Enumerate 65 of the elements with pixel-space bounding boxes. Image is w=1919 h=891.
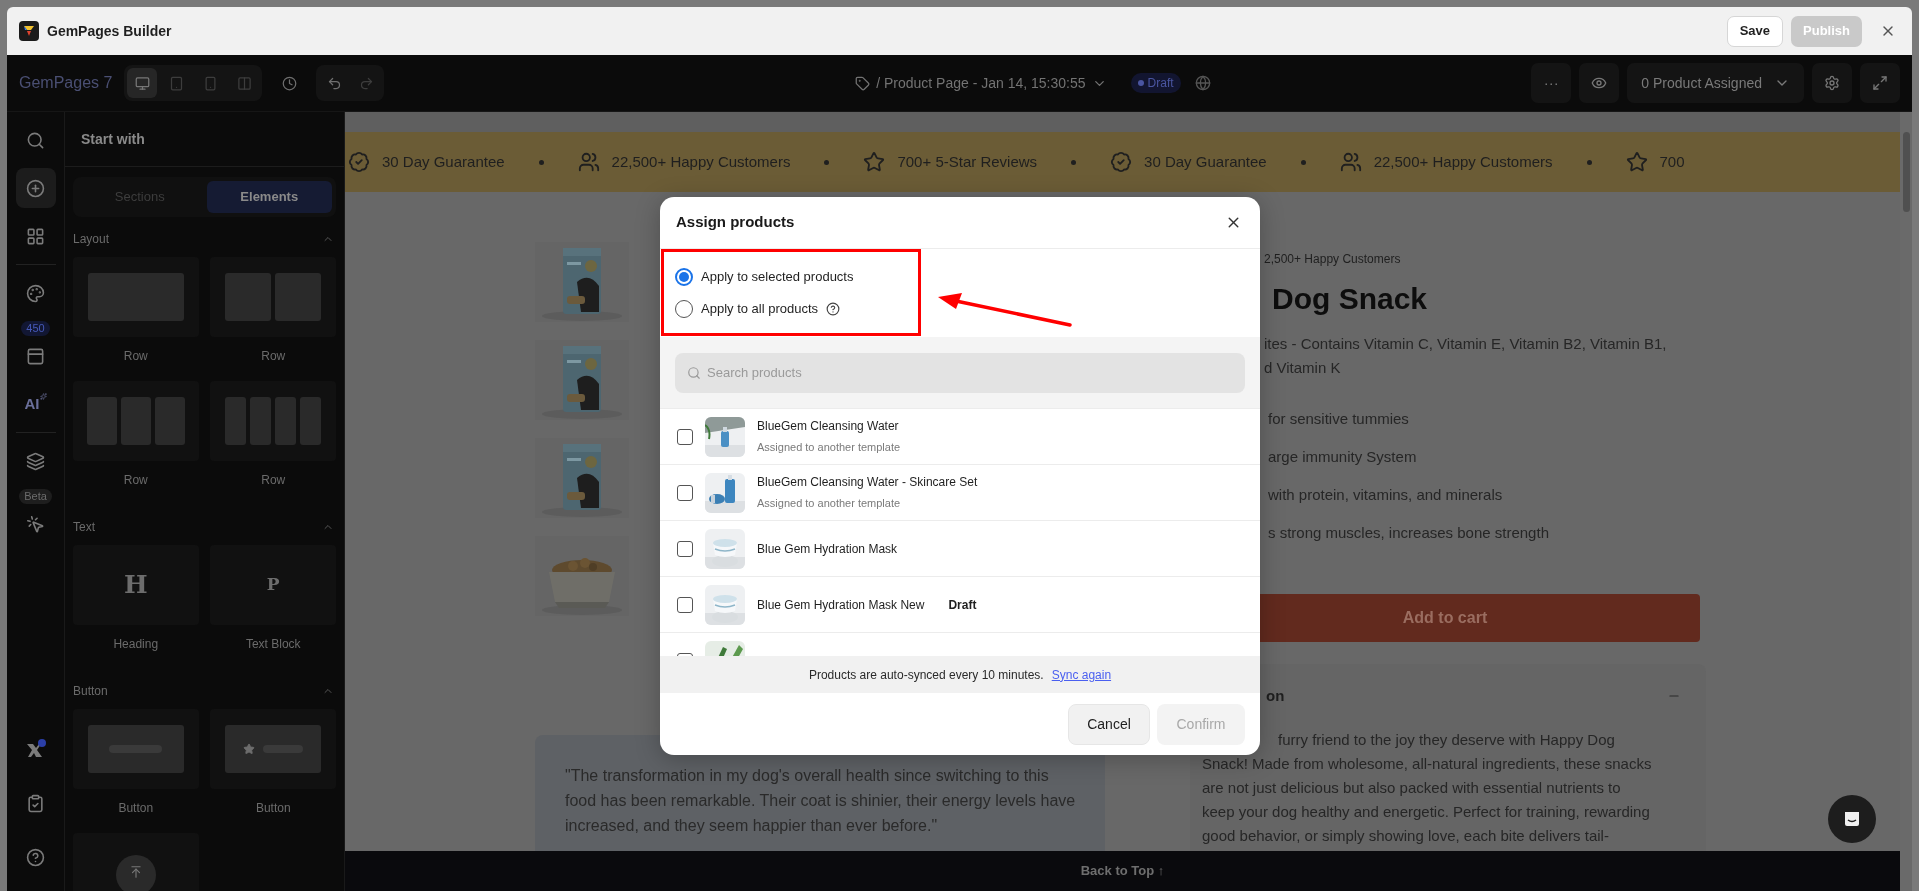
glyph-preview: H xyxy=(123,569,148,602)
description-text: are not just delicious but also packed with essential nutrients to xyxy=(1202,778,1622,798)
announcement-text: 30 Day Guarantee xyxy=(1144,151,1267,172)
status-badge: Draft xyxy=(1130,73,1181,93)
brand-name: GemPages 7 xyxy=(19,73,113,93)
description-text: keep your dog healthy and energetic. Perfect for training, rewarding xyxy=(1202,802,1651,822)
element-label: Row xyxy=(123,472,148,489)
option-label: Apply to selected products xyxy=(701,268,854,287)
announcement-text: 700+ 5-Star Reviews xyxy=(897,151,1038,172)
element-label: Row xyxy=(261,348,286,365)
count-badge: 450 xyxy=(21,321,50,336)
product-name: BlueGem Cleansing Water xyxy=(757,418,899,436)
cancel-button[interactable]: Cancel xyxy=(1068,703,1150,745)
more-button[interactable]: ··· xyxy=(1531,63,1572,103)
element-tile[interactable]: P xyxy=(210,545,337,625)
product-note: Assigned to another template xyxy=(757,440,901,456)
testimonial-text: food has been remarkable. Their coat is shinier, their energy levels have xyxy=(565,791,1075,811)
benefit-text: arge immunity System xyxy=(1268,447,1418,467)
page-title-dropdown[interactable]: / Product Page - Jan 14, 15:30:55 xyxy=(855,72,1107,94)
element-label: Button xyxy=(255,800,291,817)
group-title: Button xyxy=(73,683,108,700)
testimonial-text: "The transformation in my dog's overall health since switching to this xyxy=(565,766,1050,786)
element-label: Heading xyxy=(113,636,159,653)
description-text: furry friend to the joy they deserve with Happy Dog xyxy=(1277,730,1616,750)
product-name: BlueGem Cleansing Water - Skincare Set xyxy=(757,474,978,492)
panel-title: Start with xyxy=(81,129,145,149)
sync-again-link[interactable]: Sync again xyxy=(1051,665,1112,684)
assigned-dropdown[interactable]: 0 Product Assigned xyxy=(1627,63,1804,103)
sync-text: Products are auto-synced every 10 minutes. xyxy=(808,666,1044,684)
save-button[interactable]: Save xyxy=(1726,15,1784,47)
description-text: good behavior, or simply showing love, each bite delivers tail- xyxy=(1202,826,1610,846)
panel-tab[interactable]: Elements xyxy=(206,181,332,213)
product-title: Dog Snack xyxy=(1271,281,1429,317)
group-title: Layout xyxy=(73,231,110,248)
product-name: Blue Gem Hydration Mask xyxy=(757,540,898,558)
announcement-text: 22,500+ Happy Customers xyxy=(1373,151,1553,172)
product-note: Assigned to another template xyxy=(757,496,902,512)
product-subtitle: ites - Contains Vitamin C, Vitamin E, Vitamin B2, Vitamin B1, xyxy=(1264,334,1668,354)
back-to-top-link[interactable]: Back to Top ↑ xyxy=(1080,861,1165,881)
app-title: GemPages Builder xyxy=(47,21,172,41)
dialog-title: Assign products xyxy=(676,212,795,233)
element-label: Row xyxy=(261,472,286,489)
benefit-text: for sensitive tummies xyxy=(1268,409,1410,429)
benefit-text: s strong muscles, increases bone strength xyxy=(1268,523,1550,543)
rating-text: 2,500+ Happy Customers xyxy=(1263,251,1402,268)
product-subtitle: d Vitamin K xyxy=(1264,358,1342,378)
product-name: Blue Gem Hydration Mask New xyxy=(757,596,925,614)
sidebar-tool-button[interactable]: AI xyxy=(15,384,56,424)
search-field[interactable]: Search products xyxy=(675,352,1245,393)
element-label: Button xyxy=(118,800,154,817)
group-title: Text xyxy=(73,519,95,536)
description-title: on xyxy=(1266,685,1285,706)
draft-label: Draft xyxy=(948,596,977,614)
announcement-text: 700 xyxy=(1659,151,1685,172)
description-text: Snack! Made from wholesome, all-natural ingredients, these snacks xyxy=(1202,754,1653,774)
element-tile[interactable]: H xyxy=(72,545,199,625)
glyph-preview: P xyxy=(266,573,280,597)
count-badge: Beta xyxy=(19,489,52,504)
option-label: Apply to all products xyxy=(701,300,819,319)
element-label: Row xyxy=(123,348,148,365)
announcement-text: 22,500+ Happy Customers xyxy=(611,151,791,172)
announcement-text: 30 Day Guarantee xyxy=(382,151,505,172)
benefit-text: with protein, vitamins, and minerals xyxy=(1268,485,1504,505)
element-label: Text Block xyxy=(245,636,301,653)
testimonial-text: increased, and they seem happier than ever before." xyxy=(565,816,939,836)
